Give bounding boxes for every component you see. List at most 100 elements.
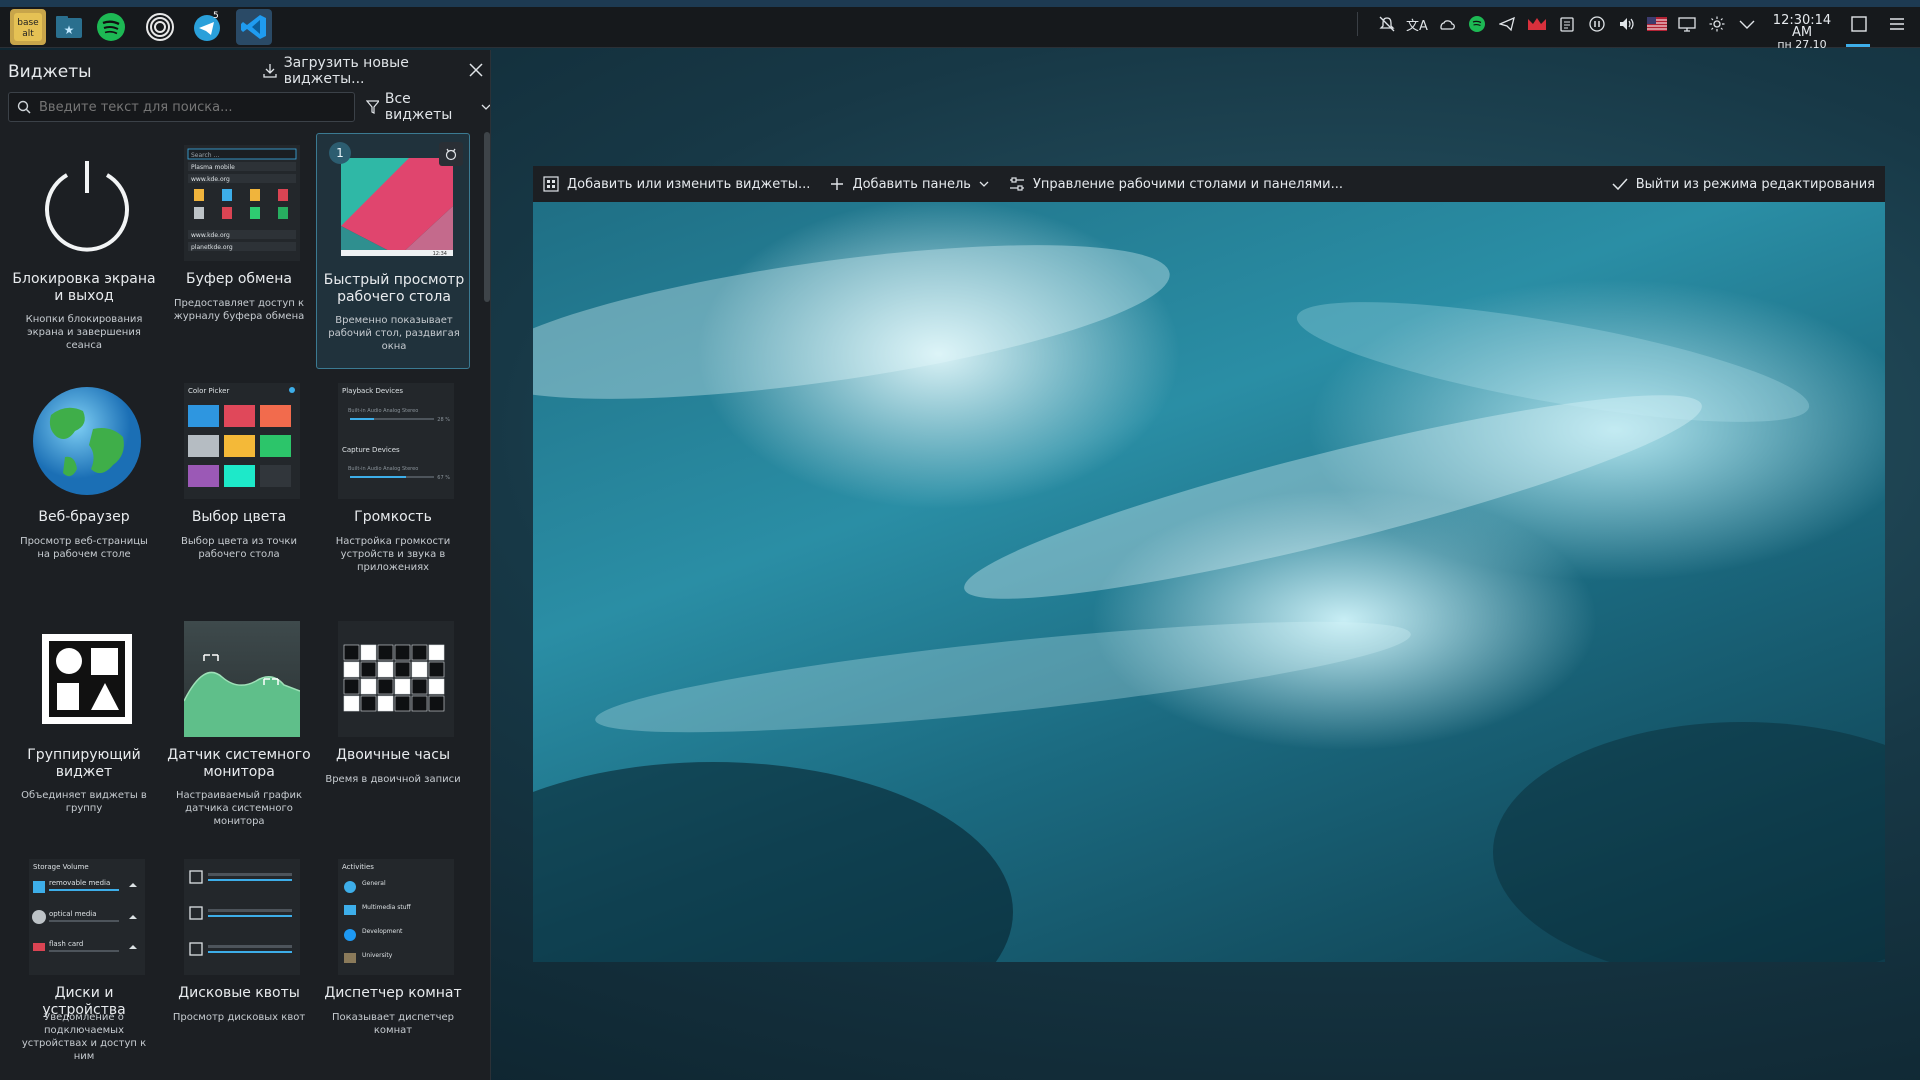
binary-cell bbox=[411, 695, 428, 712]
binary-cell bbox=[428, 644, 445, 661]
clock[interactable]: 12:30:14 AM пн 27.10 bbox=[1762, 13, 1842, 51]
color-picker-thumb-title: Color Picker bbox=[188, 387, 229, 395]
show-desktop-icon[interactable] bbox=[1848, 14, 1870, 34]
hamburger-icon[interactable] bbox=[1886, 14, 1908, 34]
widget-disk-quota[interactable]: Дисковые квоты Просмотр дисковых квот bbox=[162, 847, 316, 1080]
binary-cell bbox=[343, 661, 360, 678]
us-flag-icon[interactable] bbox=[1646, 14, 1668, 34]
binary-cell bbox=[360, 695, 377, 712]
widget-disks-devices[interactable]: Storage Volume removable media optical m… bbox=[7, 847, 161, 1080]
binary-cell bbox=[394, 644, 411, 661]
basealt-app-icon[interactable]: base alt bbox=[10, 9, 46, 45]
widget-binary-clock[interactable]: Двоичные часы Время в двоичной записи bbox=[316, 609, 470, 845]
tor-app-icon[interactable] bbox=[142, 9, 178, 45]
clipboard-thumb-search: Search ... bbox=[191, 152, 219, 159]
filter-dropdown[interactable]: Все виджеты bbox=[366, 91, 490, 123]
color-picker-thumb: Color Picker bbox=[184, 383, 300, 499]
explorer-title: Виджеты bbox=[8, 62, 92, 82]
desktop-preview[interactable] bbox=[533, 202, 1885, 962]
binary-cell bbox=[428, 695, 445, 712]
display-icon[interactable] bbox=[1676, 14, 1698, 34]
binary-cell bbox=[343, 644, 360, 661]
peek-desktop-time: 12:34 bbox=[433, 251, 447, 257]
clipboard-thumb-line4: planetkde.org bbox=[191, 244, 233, 251]
clipboard-thumb: Search ... Plasma mobile www.kde.org www… bbox=[184, 145, 300, 261]
widget-desc: Объединяет виджеты в группу bbox=[21, 790, 147, 814]
manage-desktops-button[interactable]: Управление рабочими столами и панелями..… bbox=[999, 166, 1353, 202]
crown-icon[interactable] bbox=[1526, 14, 1548, 34]
binary-cell bbox=[343, 695, 360, 712]
clock-date: пн 27.10 bbox=[1777, 38, 1827, 51]
sensor-thumb bbox=[184, 621, 300, 737]
chevron-down-icon[interactable] bbox=[1736, 14, 1758, 34]
binary-cell bbox=[411, 678, 428, 695]
binary-cell bbox=[377, 661, 394, 678]
volume-icon[interactable] bbox=[1616, 14, 1638, 34]
binary-cell bbox=[343, 678, 360, 695]
translate-icon[interactable]: 文A bbox=[1406, 14, 1428, 34]
add-panel-button[interactable]: Добавить панель bbox=[820, 166, 999, 202]
binary-cell bbox=[394, 695, 411, 712]
panel-separator bbox=[1357, 12, 1358, 36]
widget-name: Быстрый просмотр рабочего стола bbox=[323, 272, 465, 305]
widget-color-picker[interactable]: Color Picker Выбор цвета Выбор цвета из … bbox=[162, 371, 316, 607]
spotify-tray-icon[interactable] bbox=[1466, 14, 1488, 34]
widget-name: Диспетчер комнат bbox=[324, 985, 462, 1001]
volume-thumb-capture: Capture Devices bbox=[342, 446, 400, 454]
clock-time: 12:30:14 AM bbox=[1772, 13, 1832, 40]
widget-activity-manager[interactable]: Activities General Multimedia stuff Deve… bbox=[316, 847, 470, 1080]
activities-thumb-title: Activities bbox=[342, 863, 374, 871]
media-pause-icon[interactable] bbox=[1586, 14, 1608, 34]
vscode-app-icon[interactable] bbox=[236, 9, 272, 45]
binary-cell bbox=[428, 678, 445, 695]
brightness-icon[interactable] bbox=[1706, 14, 1728, 34]
binary-cell bbox=[360, 678, 377, 695]
widget-peek-desktop[interactable]: 12:34 1 Быстрый просмотр рабочего стола … bbox=[316, 133, 470, 369]
spotify-app-icon[interactable] bbox=[93, 9, 129, 45]
widget-lock-logout[interactable]: Блокировка экрана и выход Кнопки блокиро… bbox=[7, 133, 161, 369]
search-field[interactable] bbox=[8, 92, 355, 122]
widget-clipboard[interactable]: Search ... Plasma mobile www.kde.org www… bbox=[162, 133, 316, 369]
exit-edit-mode-button[interactable]: Выйти из режима редактирования bbox=[1602, 166, 1885, 202]
scrollbar[interactable] bbox=[484, 132, 490, 302]
clipboard-thumb-line1: Plasma mobile bbox=[191, 164, 235, 171]
widget-grouping[interactable]: Группирующий виджет Объединяет виджеты в… bbox=[7, 609, 161, 845]
widgets-icon bbox=[543, 176, 559, 192]
binary-cell bbox=[377, 678, 394, 695]
chevron-down-icon bbox=[481, 104, 490, 110]
wave-highlight bbox=[533, 213, 1178, 431]
widget-desc: Предоставляет доступ к журналу буфера об… bbox=[173, 298, 305, 322]
files-app-icon[interactable]: ★ bbox=[51, 9, 87, 45]
widget-volume[interactable]: Playback Devices Built-in Audio Analog S… bbox=[316, 371, 470, 607]
widget-count-badge: 1 bbox=[329, 142, 351, 164]
manage-desktops-label: Управление рабочими столами и панелями..… bbox=[1032, 176, 1344, 192]
disk-quota-thumb bbox=[184, 859, 300, 975]
widget-desc: Кнопки блокирования экрана и завершения … bbox=[25, 314, 143, 351]
panel-accent-line bbox=[0, 0, 1920, 7]
telegram-badge: 5 bbox=[213, 11, 219, 21]
disks-thumb-d2: optical media bbox=[49, 910, 97, 918]
activities-thumb-a4: University bbox=[362, 952, 393, 959]
clipboard-icon[interactable] bbox=[1556, 14, 1578, 34]
add-widgets-button[interactable]: Добавить или изменить виджеты... bbox=[533, 166, 820, 202]
widget-name: Буфер обмена bbox=[186, 271, 292, 287]
widget-system-monitor-sensor[interactable]: Датчик системного монитора Настраиваемый… bbox=[162, 609, 316, 845]
widget-desc: Выбор цвета из точки рабочего стола bbox=[181, 536, 297, 560]
telegram-tray-icon[interactable] bbox=[1496, 14, 1518, 34]
checkmark-icon bbox=[1612, 178, 1628, 191]
active-indicator bbox=[1846, 44, 1870, 47]
wave-shadow bbox=[533, 762, 1013, 962]
power-icon bbox=[29, 145, 145, 261]
close-explorer-button[interactable] bbox=[466, 60, 486, 80]
search-input[interactable] bbox=[37, 98, 341, 116]
uninstall-button[interactable] bbox=[439, 142, 463, 166]
download-widgets-button[interactable]: Загрузить новые виджеты... bbox=[262, 55, 490, 87]
telegram-app-icon[interactable]: 5 bbox=[189, 9, 225, 45]
plus-icon bbox=[831, 178, 844, 190]
notifications-icon[interactable] bbox=[1376, 14, 1398, 34]
exit-edit-mode-label: Выйти из режима редактирования bbox=[1635, 176, 1875, 192]
widget-web-browser[interactable]: Веб-браузер Просмотр веб-страницы на раб… bbox=[7, 371, 161, 607]
cloud-icon[interactable] bbox=[1436, 14, 1458, 34]
search-icon bbox=[17, 100, 31, 114]
activities-thumb-a2: Multimedia stuff bbox=[362, 904, 412, 911]
